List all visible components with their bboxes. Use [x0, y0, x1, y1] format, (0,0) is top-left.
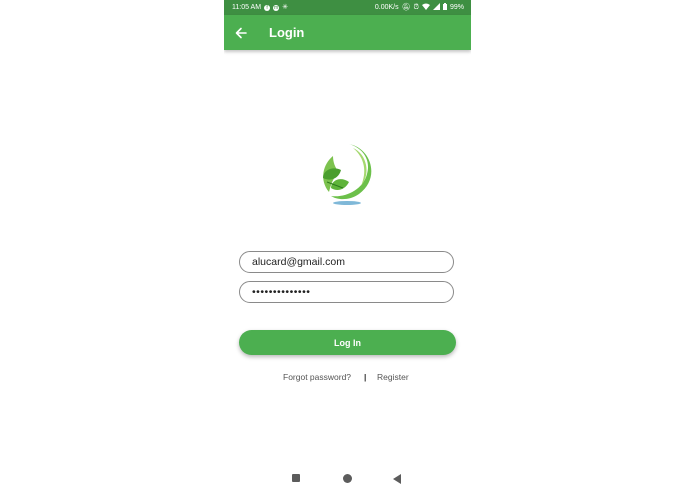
email-field[interactable]	[239, 251, 454, 273]
signal-icon	[432, 3, 440, 12]
home-circle-icon[interactable]	[343, 474, 352, 483]
auth-links: Forgot password? | Register	[224, 372, 471, 384]
network-speed: 0.00K/s	[374, 4, 399, 11]
alarm-icon: ⏰︎	[413, 4, 419, 11]
battery-icon	[442, 3, 447, 12]
app-bar: Login	[224, 15, 471, 50]
login-button[interactable]: Log In	[239, 330, 456, 355]
recents-square-icon[interactable]	[292, 474, 300, 482]
arrow-left-icon[interactable]	[224, 15, 258, 50]
forgot-password-link[interactable]: Forgot password?	[283, 372, 351, 382]
status-time: 11:05 AM	[232, 4, 262, 11]
battery-level: 99%	[449, 4, 464, 11]
messenger-icon: m	[273, 4, 280, 11]
page-title: Login	[269, 25, 305, 40]
mute-icon: 🔕︎	[401, 4, 411, 11]
wifi-icon	[421, 3, 430, 12]
register-link[interactable]: Register	[377, 372, 409, 382]
leaf-logo-icon	[309, 138, 379, 210]
link-divider: |	[364, 372, 367, 382]
settings-icon: ✳	[282, 4, 288, 11]
status-bar: 11:05 AM f m ✳ 0.00K/s 🔕︎ ⏰︎ 99%	[224, 0, 471, 15]
system-nav-bar	[224, 470, 471, 488]
phone-screen: 11:05 AM f m ✳ 0.00K/s 🔕︎ ⏰︎ 99% Login a…	[224, 0, 471, 494]
back-triangle-icon[interactable]	[393, 474, 401, 484]
facebook-icon: f	[264, 4, 271, 11]
password-field[interactable]	[239, 281, 454, 303]
